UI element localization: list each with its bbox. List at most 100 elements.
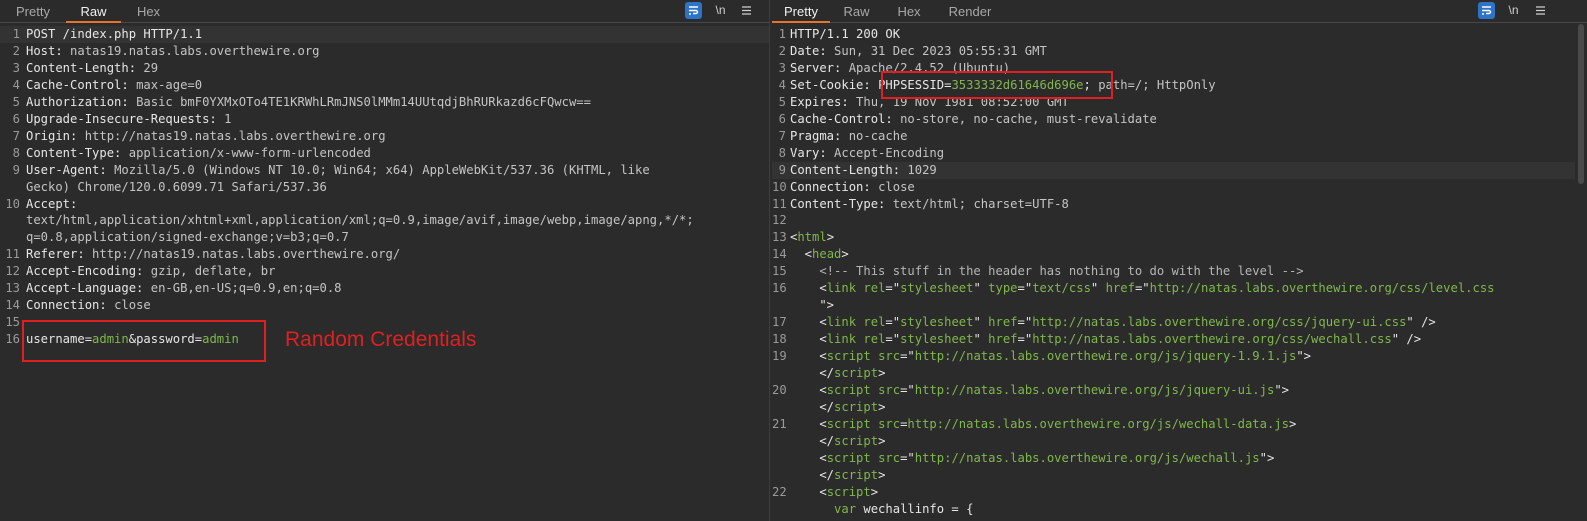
newline-toggle-button[interactable]: \n [1505,2,1522,19]
code-line: 6 Upgrade-Insecure-Requests: 1 [0,111,769,128]
code-token: Set-Cookie: [790,77,879,92]
code-token: Origin: [26,128,85,143]
line-number: 21 [772,416,787,431]
line-number: 9 [778,162,786,177]
code-token: text/html; charset=UTF-8 [892,196,1069,211]
line-text: </script> [790,399,885,416]
line-text: <script src=http://natas.labs.overthewir… [790,416,1296,433]
line-number: 22 [772,484,787,499]
code-token: src [878,382,901,397]
code-token: " [973,315,989,330]
code-token: Vary: [790,145,835,160]
tab-hex[interactable]: Hex [126,0,171,23]
hamburger-icon[interactable] [738,2,755,19]
code-token: http://natas.labs.overthewire.org/js/jqu… [914,349,1297,364]
line-number: 16 [772,281,787,296]
tab-pretty[interactable]: Pretty [8,0,58,23]
code-token: < [790,281,827,296]
code-token: < [790,247,813,262]
code-token: "> [1274,382,1289,397]
code-token: Mozilla/5.0 (Windows NT 10.0; Win64; x64… [114,162,650,177]
code-token: 29 [143,60,159,75]
line-number: 3 [778,60,786,75]
code-token: < [790,450,827,465]
line-number: 1 [12,27,20,41]
scrollbar-thumb[interactable] [1578,24,1584,184]
line-text: </script> [790,433,885,450]
response-scrollbar[interactable] [1575,24,1587,521]
code-token: " /> [1391,332,1422,347]
code-token: href [1105,281,1135,296]
response-editor[interactable]: 1 HTTP/1.1 200 OK 2 Date: Sun, 31 Dec 2023 … [772,26,1587,521]
wrap-lines-icon[interactable] [685,2,702,19]
code-token: close [878,179,915,194]
code-token: Content-Type: [26,145,129,160]
code-token: script [834,467,879,482]
code-token: =" [885,332,901,347]
line-text: Accept: [26,196,77,213]
tab-raw[interactable]: Raw [834,0,879,23]
line-text: POST /index.php HTTP/1.1 [26,26,202,43]
code-token: > [870,484,879,499]
code-line: 10 Connection: close [772,179,1587,196]
code-token: type [988,281,1018,296]
tab-render[interactable]: Render [940,0,1000,23]
code-token: POST /index.php HTTP/1.1 [26,27,203,41]
code-token: wechallinfo = { [856,501,974,516]
line-number: 2 [12,43,20,58]
tab-raw[interactable]: Raw [66,0,121,23]
code-token: http://natas19.natas.labs.overthewire.or… [84,128,386,143]
code-token: Sun, 31 Dec 2023 05:55:31 GMT [834,43,1047,58]
hamburger-icon[interactable] [1532,2,1549,19]
line-text: Content-Type: application/x-www-form-url… [26,145,371,162]
line-number: 5 [778,94,786,109]
code-token: max-age=0 [136,77,203,92]
line-text: Referer: http://natas19.natas.labs.overt… [26,246,400,263]
line-number: 14 [5,298,20,313]
code-line: 11 Referer: http://natas19.natas.labs.ove… [0,246,769,263]
code-line: 17 <link rel="stylesheet" href="http://n… [772,314,1587,331]
code-token: User-Agent: [26,162,115,177]
tab-hex[interactable]: Hex [888,0,930,23]
code-line: 4 Cache-Control: max-age=0 [0,77,769,94]
random-credentials-annotation: Random Credentials [285,328,477,351]
line-number: 10 [772,179,787,194]
code-line: </script> [772,467,1587,484]
code-token: Gecko) Chrome/120.0.6099.71 Safari/537.3… [26,179,327,194]
code-token: HTTP/1.1 200 OK [790,27,901,41]
wrap-lines-icon[interactable] [1478,2,1495,19]
code-line: 18 <link rel="stylesheet" href="http://n… [772,331,1587,348]
code-token: =" [1017,332,1033,347]
line-text: <script> [790,484,878,501]
line-text: Date: Sun, 31 Dec 2023 05:55:31 GMT [790,43,1047,60]
line-text: Connection: close [26,297,151,314]
code-token: natas19.natas.labs.overthewire.org [70,43,320,58]
code-token: http://natas19.natas.labs.overthewire.or… [92,247,401,262]
line-number: 5 [12,94,20,109]
code-token: < [790,315,827,330]
tab-pretty[interactable]: Pretty [772,0,830,23]
code-token: Content-Length: [790,162,908,177]
line-number: 19 [772,349,787,364]
code-token: > [841,247,849,262]
code-token: > [878,399,886,414]
newline-toggle-button[interactable]: \n [712,2,729,19]
code-line: 13 Accept-Language: en-GB,en-US;q=0.9,en;… [0,280,769,297]
line-text: "> [790,297,834,314]
code-token: <!-- This stuff in the header has nothin… [790,264,1304,279]
line-text: Content-Type: text/html; charset=UTF-8 [790,196,1069,213]
code-token: Connection: [26,298,115,313]
line-number: 8 [12,145,20,160]
code-token: Accept: [26,196,78,211]
code-line: 11 Content-Type: text/html; charset=UTF-8 [772,196,1587,213]
code-line: 21 <script src=http://natas.labs.overthe… [772,416,1587,433]
line-text: </script> [790,365,885,382]
request-editor[interactable]: 1 POST /index.php HTTP/1.1 2 Host: natas19.… [0,26,769,521]
code-token: Authorization: [26,94,137,109]
code-line: 2 Host: natas19.natas.labs.overthewire.or… [0,43,769,60]
line-text: Accept-Encoding: gzip, deflate, br [26,263,276,280]
code-token: rel [863,332,886,347]
code-token: Upgrade-Insecure-Requests: [26,111,225,126]
code-token: > [826,230,835,245]
code-token: Expires: [790,94,857,109]
